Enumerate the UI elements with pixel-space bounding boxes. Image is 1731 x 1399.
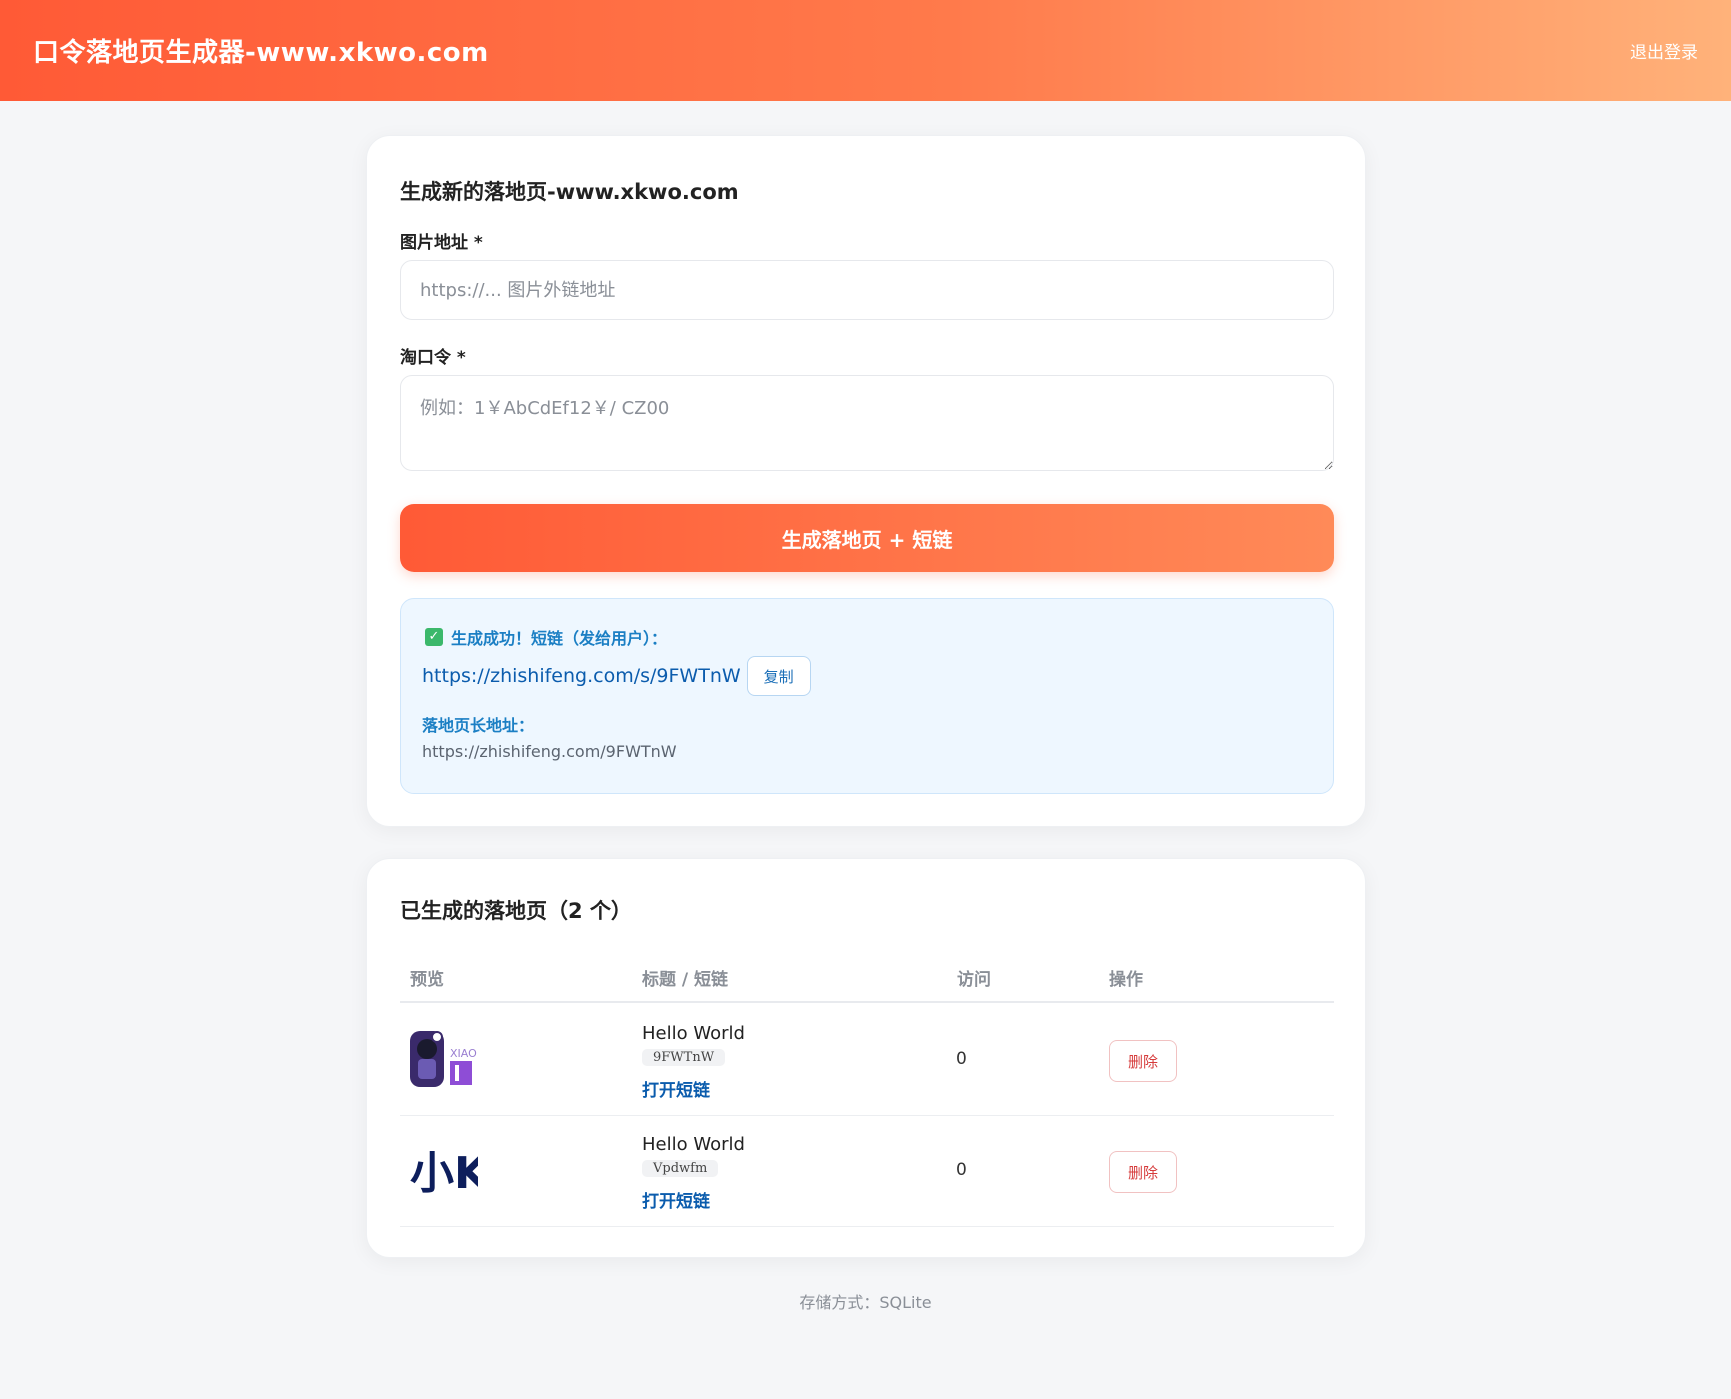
footer-storage-info: 存储方式：SQLite: [799, 1293, 932, 1312]
column-header-preview: 预览: [410, 970, 444, 990]
landing-list-card: 已生成的落地页（2 个） 预览 标题 / 短链 访问 操作 XIAO Hello…: [366, 858, 1366, 1258]
row-title: Hello World: [642, 1134, 745, 1155]
success-text: 生成成功！短链（发给用户）：: [451, 629, 668, 648]
app-title: 口令落地页生成器-www.xkwo.com: [33, 38, 489, 68]
long-url-label: 落地页长地址：: [422, 716, 535, 735]
preview-image-icon: XIAO: [410, 1031, 477, 1087]
long-url: https://zhishifeng.com/9FWTnW: [422, 742, 677, 761]
logout-link[interactable]: 退出登录: [1630, 38, 1698, 63]
short-link[interactable]: https://zhishifeng.com/s/9FWTnW: [422, 665, 741, 687]
taokouling-textarea[interactable]: [400, 375, 1334, 471]
preview-thumbnail: 小K: [410, 1138, 478, 1204]
generate-button[interactable]: 生成落地页 + 短链: [400, 504, 1334, 572]
taokouling-label: 淘口令 *: [400, 348, 466, 368]
open-short-link[interactable]: 打开短链: [642, 1076, 710, 1101]
short-code-badge: Vpdwfm: [642, 1160, 719, 1177]
column-header-title: 标题 / 短链: [642, 970, 729, 990]
visit-count: 0: [956, 1160, 967, 1180]
table-header: 预览 标题 / 短链 访问 操作: [400, 959, 1334, 1003]
short-link-row: https://zhishifeng.com/s/9FWTnW 复制: [422, 656, 811, 696]
short-code-badge: 9FWTnW: [642, 1049, 726, 1066]
generate-card: 生成新的落地页-www.xkwo.com 图片地址 * 淘口令 * 生成落地页 …: [366, 135, 1366, 827]
delete-button[interactable]: 删除: [1109, 1151, 1177, 1193]
table-row: 小K Hello World Vpdwfm 打开短链 0 删除: [400, 1116, 1334, 1227]
copy-button[interactable]: 复制: [746, 656, 811, 696]
column-header-visits: 访问: [957, 970, 991, 990]
result-box: ✓ 生成成功！短链（发给用户）： https://zhishifeng.com/…: [400, 598, 1334, 794]
thumb-text: XIAO: [450, 1047, 477, 1060]
list-card-title: 已生成的落地页（2 个）: [400, 899, 632, 923]
success-message: ✓ 生成成功！短链（发给用户）：: [425, 625, 667, 649]
open-short-link[interactable]: 打开短链: [642, 1187, 710, 1212]
column-header-actions: 操作: [1109, 970, 1143, 990]
top-header: 口令落地页生成器-www.xkwo.com 退出登录: [0, 0, 1731, 101]
preview-thumbnail: XIAO: [410, 1027, 478, 1093]
visit-count: 0: [956, 1049, 967, 1069]
delete-button[interactable]: 删除: [1109, 1040, 1177, 1082]
image-url-input[interactable]: [400, 260, 1334, 320]
table-row: XIAO Hello World 9FWTnW 打开短链 0 删除: [400, 1005, 1334, 1116]
row-title: Hello World: [642, 1023, 745, 1044]
generate-card-title: 生成新的落地页-www.xkwo.com: [400, 180, 739, 204]
preview-logo-icon: 小K: [410, 1148, 478, 1199]
check-icon: ✓: [425, 628, 443, 646]
thumb-text: 小K: [410, 1148, 478, 1199]
image-url-label: 图片地址 *: [400, 233, 483, 253]
